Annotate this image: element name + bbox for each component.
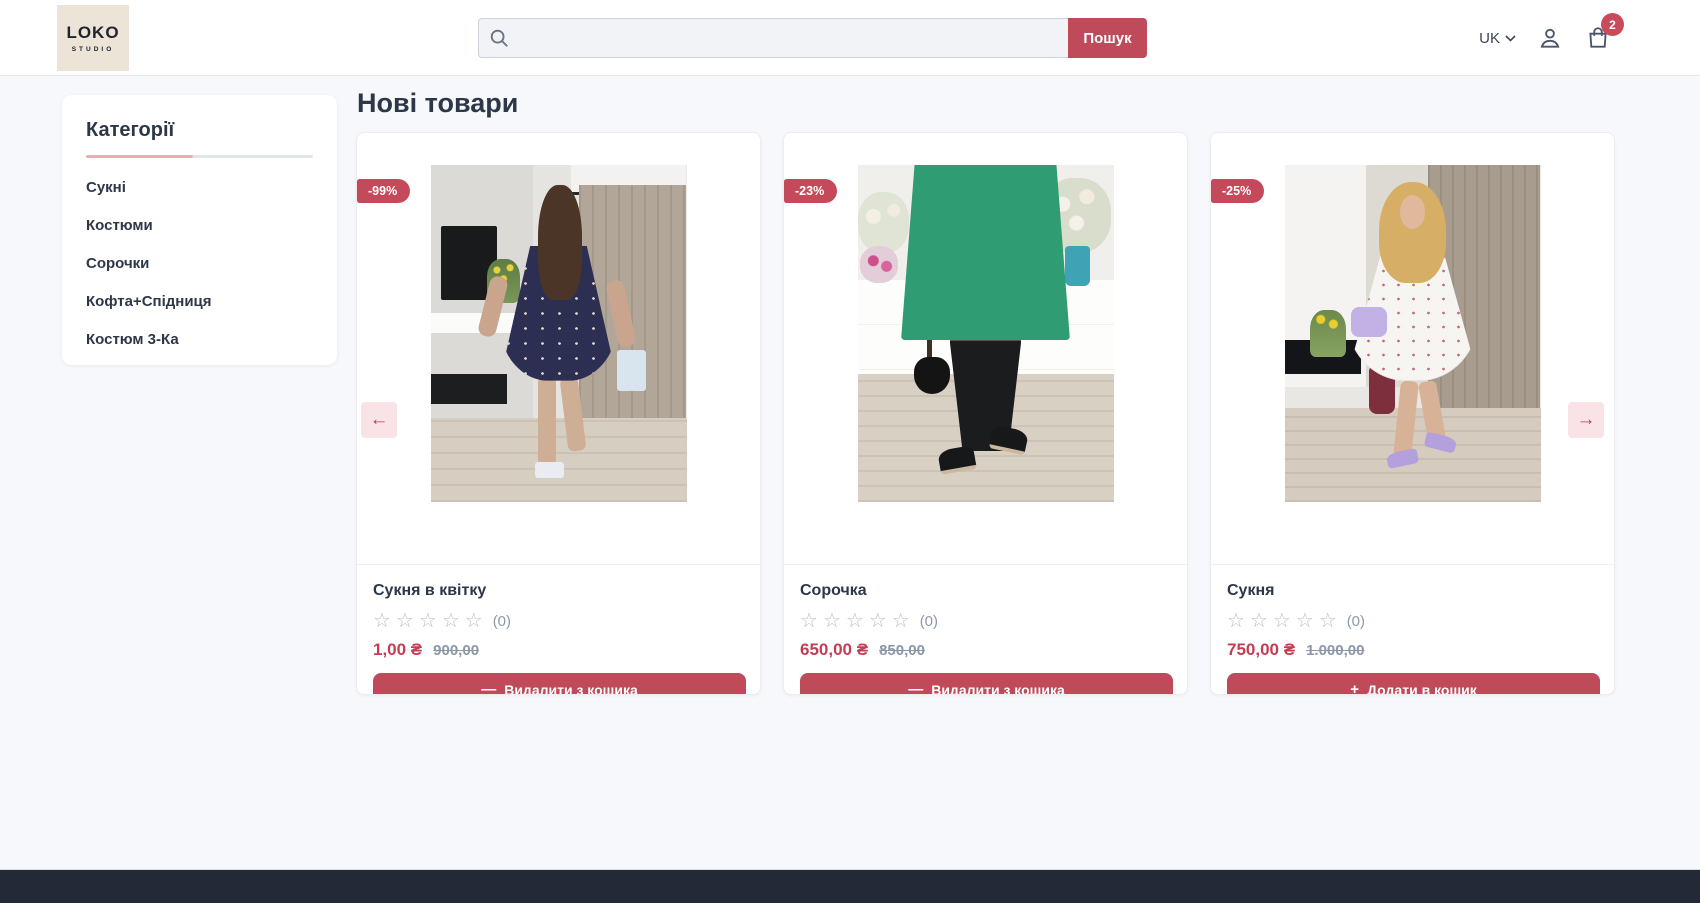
product-card[interactable]: -23% Сорочка ☆ ☆ ☆ ☆ ☆ (0) [783,132,1188,695]
star-icon: ☆ [1273,611,1291,631]
product-name[interactable]: Сорочка [800,582,1171,600]
star-icon: ☆ [465,611,483,631]
sidebar-item-suits[interactable]: Костюми [86,217,313,234]
star-icon: ☆ [1227,611,1245,631]
product-rating: ☆ ☆ ☆ ☆ ☆ (0) [800,611,1171,631]
product-carousel: -99% Сукня в квітку ☆ ☆ ☆ ☆ ☆ [356,132,1615,695]
product-image-area: -23% [784,165,1187,565]
search-button[interactable]: Пошук [1068,18,1147,58]
star-icon: ☆ [419,611,437,631]
remove-from-cart-button[interactable]: — Видалити з кошика [373,673,746,695]
user-icon [1537,25,1563,51]
star-icon: ☆ [373,611,391,631]
product-image-area: -25% [1211,165,1614,565]
page-title: Нові товари [357,88,518,119]
star-icon: ☆ [442,611,460,631]
price-current: 1,00 ₴ [373,640,422,660]
discount-badge: -25% [1211,179,1264,203]
footer [0,869,1700,903]
button-label: Видалити з кошика [931,682,1065,696]
star-icon: ☆ [1319,611,1337,631]
minus-icon: — [481,681,496,695]
product-info: Сукня в квітку ☆ ☆ ☆ ☆ ☆ (0) 1,00 ₴ 900,… [357,565,760,695]
product-prices: 650,00 ₴ 850,00 [800,640,1171,660]
product-rating: ☆ ☆ ☆ ☆ ☆ (0) [1227,611,1598,631]
logo[interactable]: LOKO STUDIO [57,5,129,71]
price-old: 900,00 [433,642,479,659]
minus-icon: — [908,681,923,695]
arrow-right-icon: → [1577,409,1596,431]
arrow-left-icon: ← [370,409,389,431]
language-selector[interactable]: UK [1479,30,1516,47]
search-input[interactable] [478,18,1068,58]
price-current: 750,00 ₴ [1227,640,1295,660]
product-image[interactable] [431,165,687,502]
sidebar-item-shirts[interactable]: Сорочки [86,255,313,272]
product-card[interactable]: -25% Сукня ☆ ☆ ☆ ☆ ☆ (0) [1210,132,1615,695]
cart-button[interactable]: 2 [1584,24,1612,52]
logo-subtext: STUDIO [72,46,115,53]
account-button[interactable] [1536,24,1564,52]
categories-panel: Категорії Сукні Костюми Сорочки Кофта+Сп… [62,95,337,365]
cart-count-badge: 2 [1601,13,1624,36]
button-label: Додати в кошик [1367,682,1477,696]
product-card[interactable]: -99% Сукня в квітку ☆ ☆ ☆ ☆ ☆ [356,132,761,695]
sidebar-item-top-skirt[interactable]: Кофта+Спідниця [86,293,313,310]
discount-badge: -99% [357,179,410,203]
star-icon: ☆ [1250,611,1268,631]
product-image-area: -99% [357,165,760,565]
star-icon: ☆ [892,611,910,631]
star-icon: ☆ [800,611,818,631]
remove-from-cart-button[interactable]: — Видалити з кошика [800,673,1173,695]
carousel-next-button[interactable]: → [1568,402,1604,438]
star-icon: ☆ [869,611,887,631]
product-info: Сорочка ☆ ☆ ☆ ☆ ☆ (0) 650,00 ₴ 850,00 — … [784,565,1187,695]
rating-count: (0) [1347,613,1365,630]
search-bar: Пошук [478,18,1147,58]
plus-icon: + [1350,681,1359,695]
product-name[interactable]: Сукня в квітку [373,582,744,600]
rating-count: (0) [493,613,511,630]
star-icon: ☆ [823,611,841,631]
price-current: 650,00 ₴ [800,640,868,660]
logo-text: LOKO [66,23,119,43]
star-icon: ☆ [1296,611,1314,631]
categories-divider [86,155,313,158]
product-image[interactable] [1285,165,1541,502]
product-prices: 1,00 ₴ 900,00 [373,640,744,660]
categories-title: Категорії [86,119,313,142]
rating-count: (0) [920,613,938,630]
language-label: UK [1479,30,1500,47]
product-prices: 750,00 ₴ 1.000,00 [1227,640,1598,660]
chevron-down-icon [1505,35,1516,42]
button-label: Видалити з кошика [504,682,638,696]
header: LOKO STUDIO Пошук UK [0,0,1700,76]
discount-badge: -23% [784,179,837,203]
price-old: 850,00 [879,642,925,659]
product-rating: ☆ ☆ ☆ ☆ ☆ (0) [373,611,744,631]
product-info: Сукня ☆ ☆ ☆ ☆ ☆ (0) 750,00 ₴ 1.000,00 + … [1211,565,1614,695]
add-to-cart-button[interactable]: + Додати в кошик [1227,673,1600,695]
star-icon: ☆ [846,611,864,631]
price-old: 1.000,00 [1306,642,1364,659]
header-controls: UK 2 [1479,18,1612,58]
sidebar-item-dresses[interactable]: Сукні [86,179,313,196]
product-image[interactable] [858,165,1114,502]
sidebar-item-suit-3[interactable]: Костюм 3-Ка [86,331,313,348]
product-name[interactable]: Сукня [1227,582,1598,600]
star-icon: ☆ [396,611,414,631]
page: LOKO STUDIO Пошук UK [0,0,1700,903]
carousel-prev-button[interactable]: ← [361,402,397,438]
